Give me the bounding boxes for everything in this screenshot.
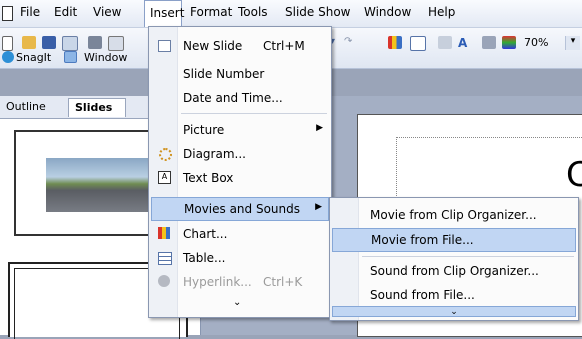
snagit-label[interactable]: SnagIt [16,51,51,64]
submenu-arrow-icon: ▶ [315,202,322,212]
menu-separator [362,256,574,257]
open-icon[interactable] [22,36,36,49]
menu-item-sound-from-clip-organizer[interactable]: Sound from Clip Organizer... [332,260,576,282]
menu-item-sound-from-file[interactable]: Sound from File... [332,284,576,306]
grid-icon[interactable] [482,36,496,49]
menu-tools[interactable]: Tools [238,5,268,19]
menu-item-chart[interactable]: Chart... [151,223,329,245]
menu-item-movies-and-sounds[interactable]: Movies and Sounds ▶ [151,197,329,221]
zoom-value[interactable]: 70% [524,36,548,49]
menu-item-label: Movie from Clip Organizer... [370,208,537,222]
new-slide-icon [158,40,171,52]
menu-view[interactable]: View [93,5,121,19]
save-icon[interactable] [42,36,56,49]
menu-item-label: Diagram... [183,147,246,161]
print-preview-icon[interactable] [108,36,124,51]
menu-item-text-box[interactable]: A Text Box [151,167,329,189]
menu-insert-label: Insert [150,6,185,20]
redo-icon[interactable]: ↷ [344,36,358,49]
menu-item-hyperlink[interactable]: Hyperlink... Ctrl+K [151,271,329,293]
menu-item-date-and-time[interactable]: Date and Time... [151,87,329,109]
diagram-icon [159,148,172,161]
print-icon[interactable] [88,36,102,49]
window-label[interactable]: Window [84,51,127,64]
menu-edit[interactable]: Edit [54,5,77,19]
insert-chart-icon[interactable] [388,36,402,49]
hyperlink-icon [158,275,170,287]
menu-item-label: Slide Number [183,67,265,81]
menu-insert[interactable]: Insert [144,0,185,27]
menu-item-label: Text Box [183,171,234,185]
menu-item-table[interactable]: Table... [151,247,329,269]
insert-menu: New Slide Ctrl+M Slide Number Date and T… [148,26,332,318]
expand-menu-chevron-icon[interactable]: ⌄ [233,297,241,308]
movies-and-sounds-submenu: Movie from Clip Organizer... Movie from … [329,197,579,321]
menu-file[interactable]: File [20,5,40,19]
new-icon[interactable] [2,36,13,51]
menu-item-movie-from-file[interactable]: Movie from File... [332,228,576,252]
menu-item-label: Sound from File... [370,288,475,302]
menu-item-shortcut: Ctrl+M [263,39,305,53]
menu-slide-show[interactable]: Slide Show [285,5,350,19]
menu-item-label: New Slide [183,39,243,53]
menu-item-diagram[interactable]: Diagram... [151,143,329,165]
columns-icon[interactable] [438,36,452,49]
window-control-icon[interactable] [2,6,13,21]
menu-item-label: Movie from File... [371,233,474,247]
expand-submenu-chevron[interactable]: ⌄ [332,306,576,317]
menu-format[interactable]: Format [190,5,232,19]
snagit-window-icon[interactable] [64,51,77,63]
menu-item-label: Picture [183,123,225,137]
menu-help[interactable]: Help [428,5,455,19]
table-icon [158,252,172,265]
slide-title-letter: C [566,155,582,195]
zoom-dropdown-arrow[interactable]: ▾ [565,36,580,50]
menu-bar: File Edit View Insert Format Tools Slide… [0,0,582,28]
menu-item-label: Sound from Clip Organizer... [370,264,539,278]
menu-item-slide-number[interactable]: Slide Number [151,63,329,85]
wordart-icon[interactable]: A [458,36,472,50]
submenu-arrow-icon: ▶ [316,123,323,133]
chart-icon [158,227,170,239]
menu-item-movie-from-clip-organizer[interactable]: Movie from Clip Organizer... [332,204,576,226]
menu-item-label: Date and Time... [183,91,283,105]
menu-item-label: Table... [183,251,226,265]
menu-item-label: Hyperlink... [183,275,252,289]
color-icon[interactable] [502,36,516,49]
menu-item-label: Movies and Sounds [184,202,301,216]
tab-slides[interactable]: Slides [68,98,126,117]
menu-item-shortcut: Ctrl+K [263,275,303,289]
tab-outline[interactable]: Outline [0,98,52,117]
menu-item-picture[interactable]: Picture ▶ [151,119,329,141]
text-box-icon: A [158,171,171,184]
menu-item-new-slide[interactable]: New Slide Ctrl+M [151,35,329,57]
snagit-icon[interactable] [2,51,14,63]
permission-icon[interactable] [62,36,78,51]
menu-separator [181,113,327,114]
insert-table-icon[interactable] [410,36,426,51]
undo-icon[interactable]: ▾ [330,36,344,49]
menu-window[interactable]: Window [364,5,411,19]
menu-item-label: Chart... [183,227,228,241]
